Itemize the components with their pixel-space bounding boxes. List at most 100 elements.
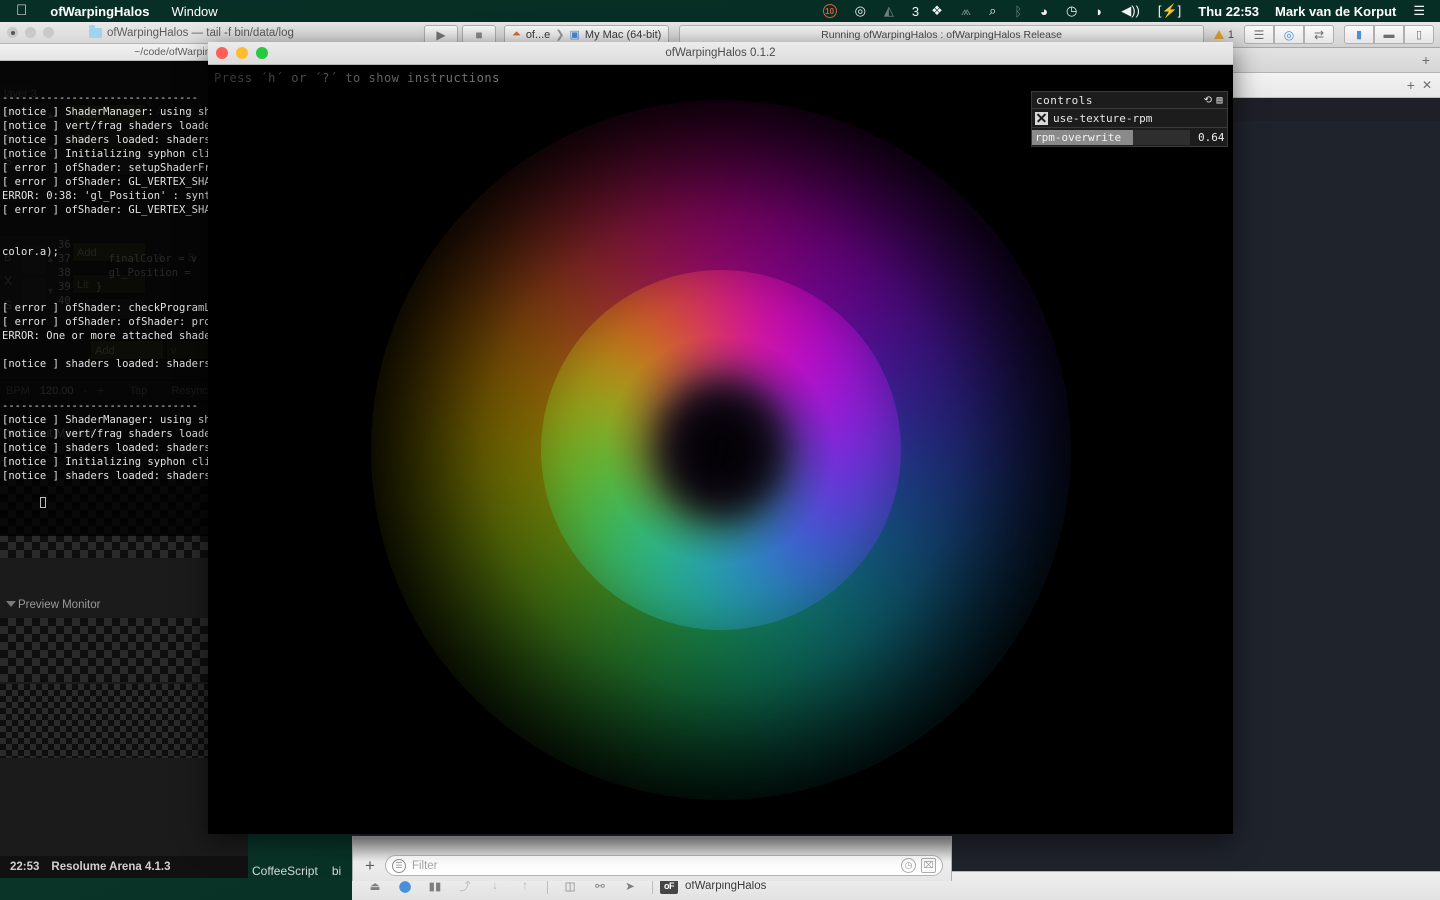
ofxgui-slider-label: rpm-overwrite <box>1035 130 1122 144</box>
alfred-icon[interactable]: ◭ <box>875 3 903 19</box>
jumpbar-add-button[interactable]: + <box>1407 77 1415 93</box>
terminal-title: ofWarpingHalos — tail -f bin/data/log <box>107 26 294 39</box>
xcode-warning-indicator[interactable]: 1 <box>1213 28 1244 41</box>
timer-badge-icon[interactable]: 10 <box>814 4 846 18</box>
volume-icon[interactable]: ◀)) <box>1112 3 1149 19</box>
menu-bar-clock[interactable]: Thu 22:53 <box>1190 4 1267 19</box>
xcode-warning-count: 1 <box>1227 28 1234 41</box>
dropbox-count-label[interactable]: 3 <box>903 4 922 19</box>
trash-icon[interactable]: ⌧ <box>921 858 936 873</box>
ofxgui-panel-header[interactable]: controls ⟲ ▤ <box>1031 91 1228 109</box>
xcode-destination-icon: ▣ <box>569 29 580 41</box>
debug-area-toggle-icon[interactable]: ▬ <box>1374 25 1404 44</box>
ofapp-render-canvas[interactable]: Press ´h´ or ´?´ to show instructions co… <box>208 65 1233 834</box>
halo-visualization <box>370 99 1071 800</box>
console-tab-coffeescript[interactable]: CoffeeScript <box>252 864 318 878</box>
terminal-line: ------------------------------- <box>2 92 198 104</box>
terminal-line: ERROR: One or more attached shader <box>2 330 210 342</box>
version-editor-icon[interactable]: ⇄ <box>1304 25 1334 44</box>
navigator-toggle-icon[interactable]: ▮ <box>1344 25 1374 44</box>
tab-add-button[interactable]: + <box>1412 52 1440 68</box>
menu-bar-user-name[interactable]: Mark van de Korput <box>1267 4 1404 19</box>
spinner-icon[interactable]: ◎ <box>846 3 875 19</box>
terminal-line: ------------------------------- <box>2 400 198 412</box>
slider-track[interactable]: rpm-overwrite <box>1032 129 1190 145</box>
stop-icon: ■ <box>475 27 483 42</box>
ofxgui-slider-value: 0.64 <box>1198 130 1225 144</box>
wifi-icon[interactable]: ◗ <box>1086 4 1112 19</box>
filter-placeholder: Filter <box>411 859 438 872</box>
bluetooth-icon[interactable]: ᛒ <box>1005 4 1031 19</box>
terminal-cursor <box>39 497 46 508</box>
colorsync-icon[interactable]: ◕ <box>1031 4 1057 19</box>
menu-app-name[interactable]: ofWarpingHalos <box>39 4 160 19</box>
ofxgui-panel-title: controls <box>1036 93 1093 107</box>
console-filter-input[interactable]: ☰ Filter ◷ ⌧ <box>384 855 943 876</box>
ofapp-instruction-hint: Press ´h´ or ´?´ to show instructions <box>214 71 500 85</box>
battery-charging-icon[interactable]: [⚡] <box>1149 3 1190 19</box>
assistant-editor-icon[interactable]: ◎ <box>1274 25 1304 44</box>
terminal-title-group: ofWarpingHalos — tail -f bin/data/log <box>89 24 294 39</box>
ofapp-title-bar[interactable]: ofWarpingHalos 0.1.2 <box>208 42 1233 65</box>
console-tab-bi[interactable]: bi <box>332 864 341 878</box>
terminal-line: [notice ] vert/frag shaders loaded <box>2 428 210 440</box>
dropbox-icon[interactable]: ❖ <box>922 3 952 19</box>
terminal-line: [notice ] Initializing syphon clie <box>2 456 210 468</box>
checkbox-checked-icon[interactable] <box>1035 111 1048 125</box>
terminal-zoom-button[interactable] <box>43 27 54 38</box>
terminal-close-button[interactable] <box>7 27 18 38</box>
terminal-line: color.a); <box>2 246 59 258</box>
terminal-line: [notice ] vert/frag shaders loaded <box>2 120 210 132</box>
standard-editor-icon[interactable]: ☰ <box>1244 25 1274 44</box>
xcode-scheme-name: of...e <box>525 28 551 41</box>
resolume-status-app: Resolume Arena 4.1.3 <box>51 861 171 873</box>
preview-monitor-disclosure-icon[interactable] <box>6 601 16 607</box>
preview-monitor-canvas-a[interactable] <box>0 618 210 682</box>
terminal-line: [notice ] shaders loaded: shaders_ <box>2 134 210 146</box>
terminal-output[interactable]: ------------------------------- [notice ]… <box>0 61 210 536</box>
terminal-minimize-button[interactable] <box>25 27 36 38</box>
play-icon: ▶ <box>436 27 446 42</box>
cloud-sync-icon[interactable]: ⩕ <box>952 3 980 19</box>
preview-monitor-section[interactable]: Preview Monitor <box>0 595 100 615</box>
terminal-line: [ error ] ofShader: setupShaderFro <box>2 162 210 174</box>
jumpbar-close-button[interactable]: ✕ <box>1422 78 1440 92</box>
filter-lines-icon: ☰ <box>391 858 406 873</box>
console-add-icon[interactable]: + <box>361 856 379 876</box>
terminal-line: [ error ] ofShader: GL_VERTEX_SHAD <box>2 204 210 216</box>
ofxgui-slider-rpm-overwrite[interactable]: rpm-overwrite 0.64 <box>1031 128 1228 147</box>
ofxgui-controls-panel[interactable]: controls ⟲ ▤ use-texture-rpm rpm-overwri… <box>1031 91 1228 147</box>
resolume-status-bar: 22:53 Resolume Arena 4.1.3 <box>0 856 248 878</box>
ofxgui-toggle-use-texture-rpm[interactable]: use-texture-rpm <box>1031 109 1228 128</box>
xcode-editor-and-view-buttons[interactable]: ☰ ◎ ⇄ ▮ ▬ ▯ <box>1244 25 1440 44</box>
time-machine-icon[interactable]: ◷ <box>1057 3 1086 19</box>
macos-menu-bar[interactable]:  ofWarpingHalos Window 10 ◎ ◭ 3 ❖ ⩕ ⌕ ᛒ… <box>0 0 1440 22</box>
ofapp-window-title: ofWarpingHalos 0.1.2 <box>665 47 776 59</box>
resolume-status-time: 22:53 <box>10 861 40 873</box>
terminal-line: [ error ] ofShader: GL_VERTEX_SHAD <box>2 176 210 188</box>
debug-target-name: ofWarpingHalos <box>685 880 767 892</box>
apple-logo-icon[interactable]:  <box>8 3 39 20</box>
refresh-icon[interactable]: ⟲ <box>1204 95 1213 106</box>
menu-window[interactable]: Window <box>160 4 228 19</box>
xcode-console-tabs[interactable]: CoffeeScript bi <box>252 860 362 882</box>
preview-monitor-canvas-b[interactable] <box>0 684 210 758</box>
ofwarpinghalos-window[interactable]: ofWarpingHalos 0.1.2 Press ´h´ or ´?´ to… <box>208 42 1233 834</box>
halo-center-slit <box>718 436 723 463</box>
terminal-window[interactable]: ofWarpingHalos — tail -f bin/data/log ~/… <box>0 22 420 536</box>
save-icon[interactable]: ▤ <box>1216 95 1223 106</box>
spotlight-search-icon[interactable]: ⌕ <box>980 3 1005 19</box>
xcode-status-text: Running ofWarpingHalos : ofWarpingHalos … <box>821 28 1063 41</box>
terminal-title-bar[interactable]: ofWarpingHalos — tail -f bin/data/log <box>0 22 420 44</box>
notification-center-icon[interactable]: ☰ <box>1404 3 1434 19</box>
xcode-console-filter-bar[interactable]: + ☰ Filter ◷ ⌧ <box>352 836 952 881</box>
utilities-toggle-icon[interactable]: ▯ <box>1404 25 1434 44</box>
menu-bar-status-items[interactable]: 10 ◎ ◭ 3 ❖ ⩕ ⌕ ᛒ ◕ ◷ ◗ ◀)) [⚡] Thu 22:53… <box>814 3 1440 19</box>
warning-triangle-icon <box>1213 30 1224 39</box>
clock-icon[interactable]: ◷ <box>901 858 916 873</box>
